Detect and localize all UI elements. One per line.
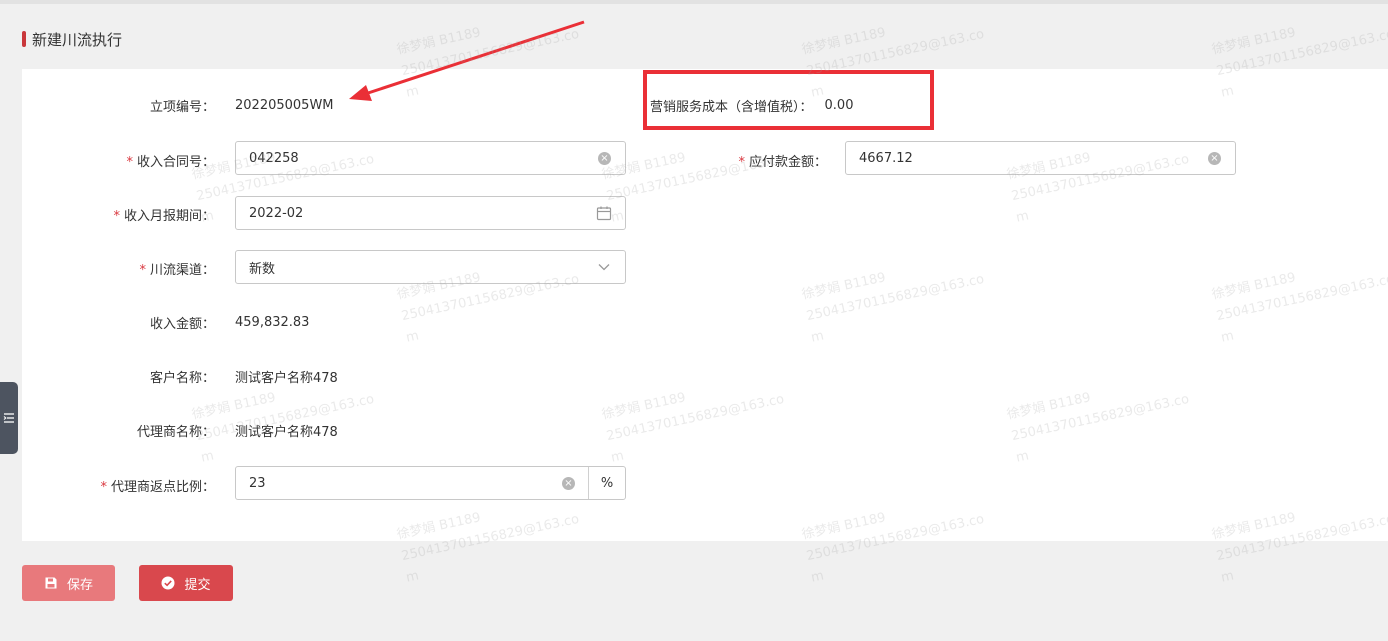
rebate-ratio-field[interactable]: × % (235, 466, 626, 500)
chevron-down-icon[interactable] (597, 260, 611, 274)
top-divider (0, 0, 1388, 4)
report-period-field[interactable] (235, 196, 626, 230)
payable-label: 应付款金额： (748, 154, 827, 170)
agent-name-label: 代理商名称： (136, 424, 215, 440)
save-button[interactable]: 保存 (22, 565, 115, 601)
field-customer-name: 客户名称： 测试客户名称478 (22, 358, 338, 394)
percent-unit: % (588, 467, 625, 499)
project-no-label: 立项编号： (149, 99, 215, 115)
income-amount-value: 459,832.83 (235, 314, 310, 330)
contract-no-field[interactable]: × (235, 141, 626, 175)
required-mark: * (100, 479, 107, 495)
field-agent-name: 代理商名称： 测试客户名称478 (22, 412, 338, 448)
clear-icon[interactable]: × (1208, 151, 1221, 165)
calendar-icon[interactable] (596, 205, 612, 221)
project-no-value: 202205005WM (235, 97, 334, 113)
customer-name-label: 客户名称： (149, 370, 215, 386)
field-contract-no-label-row: * 收入合同号： (22, 142, 215, 178)
required-mark: * (139, 262, 146, 278)
clear-icon[interactable]: × (598, 151, 611, 165)
report-period-input[interactable] (236, 198, 596, 228)
channel-select[interactable]: 新数 (235, 250, 626, 284)
payable-field[interactable]: × (845, 141, 1236, 175)
side-menu-tab[interactable] (0, 382, 18, 454)
section-accent-bar (22, 31, 26, 47)
save-icon (44, 576, 58, 590)
save-button-label: 保存 (66, 577, 93, 593)
agent-name-value: 测试客户名称478 (235, 424, 338, 440)
submit-button[interactable]: 提交 (139, 565, 233, 601)
required-mark: * (113, 208, 120, 224)
report-period-label: 收入月报期间： (123, 208, 215, 224)
required-mark: * (738, 154, 745, 170)
field-report-period-label-row: * 收入月报期间： (22, 196, 215, 232)
field-channel-label-row: * 川流渠道： (22, 250, 215, 286)
rebate-ratio-label: 代理商返点比例： (110, 479, 215, 495)
channel-label: 川流渠道： (149, 262, 215, 278)
customer-name-value: 测试客户名称478 (235, 370, 338, 386)
contract-no-input[interactable] (236, 143, 598, 173)
section-title: 新建川流执行 (32, 30, 123, 49)
income-amount-label: 收入金额： (149, 316, 215, 332)
field-rebate-label-row: * 代理商返点比例： (22, 467, 215, 503)
form-card: 立项编号： 202205005WM 营销服务成本（含增值税）： 0.00 * 收入… (22, 69, 1388, 541)
submit-button-label: 提交 (184, 577, 211, 593)
channel-value: 新数 (249, 261, 276, 277)
highlight-box (643, 70, 934, 130)
required-mark: * (126, 154, 133, 170)
field-project-no: 立项编号： 202205005WM (22, 87, 334, 123)
field-income-amount: 收入金额： 459,832.83 (22, 304, 309, 340)
section-header: 新建川流执行 (22, 28, 122, 50)
menu-icon (3, 412, 15, 424)
clear-icon[interactable]: × (562, 476, 575, 490)
contract-no-label: 收入合同号： (136, 154, 215, 170)
check-circle-icon (161, 576, 175, 590)
payable-input[interactable] (846, 143, 1208, 173)
field-payable-label-row: * 应付款金额： (650, 142, 827, 178)
rebate-ratio-input[interactable] (236, 468, 562, 498)
